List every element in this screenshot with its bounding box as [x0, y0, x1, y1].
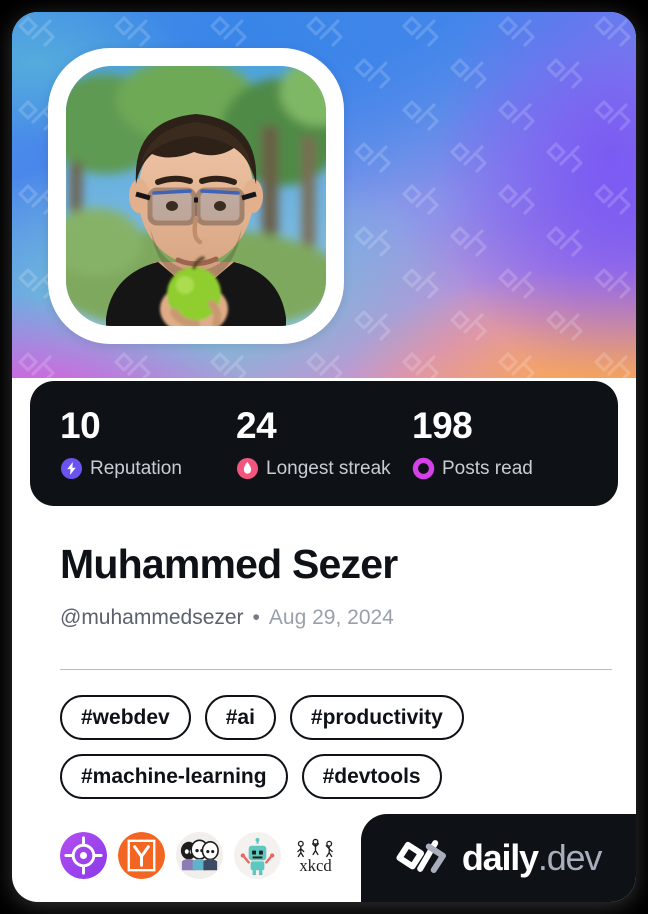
tag-webdev[interactable]: #webdev [60, 695, 191, 740]
source-list: xkcd [60, 832, 339, 879]
streak-flame-icon [236, 457, 259, 480]
stats-bar: 10 Reputation 24 Longest streak 198 Post… [30, 381, 618, 506]
tag-productivity[interactable]: #productivity [289, 695, 464, 740]
devcard: 10 Reputation 24 Longest streak 198 Post… [12, 12, 636, 902]
daily-dev-logo: daily.dev [361, 814, 636, 902]
tag-list: #webdev #ai #productivity #machine-learn… [60, 695, 620, 799]
stat-label: Posts read [442, 457, 533, 479]
stat-label: Longest streak [266, 457, 391, 479]
avatar [48, 48, 344, 344]
stat-longest-streak: 24 Longest streak [236, 407, 412, 480]
tag-ai[interactable]: #ai [204, 695, 276, 740]
profile-name: Muhammed Sezer [60, 541, 398, 587]
stat-posts-read: 198 Posts read [412, 407, 588, 480]
xkcd-source-icon[interactable]: xkcd [292, 832, 339, 879]
robot-source-icon[interactable] [234, 832, 281, 879]
y-combinator-source-icon[interactable] [118, 832, 165, 879]
stat-reputation: 10 Reputation [60, 407, 236, 480]
tag-devtools[interactable]: #devtools [301, 754, 442, 799]
stat-value: 10 [60, 405, 101, 446]
logo-wordmark: daily.dev [461, 837, 603, 878]
divider [60, 669, 612, 670]
svg-text:xkcd: xkcd [299, 856, 332, 875]
joined-date: Aug 29, 2024 [268, 606, 394, 629]
profile-meta: @muhammedsezer • Aug 29, 2024 [60, 606, 394, 630]
logo-tld: .dev [537, 837, 602, 878]
three-figures-source-icon[interactable] [176, 832, 223, 879]
reputation-bolt-icon [60, 457, 83, 480]
stat-value: 198 [412, 405, 473, 446]
avatar-image [66, 66, 326, 326]
stat-label: Reputation [90, 457, 182, 479]
stat-value: 24 [236, 405, 277, 446]
daily-dev-code-slash-icon [396, 838, 450, 878]
profile-handle: @muhammedsezer [60, 606, 244, 629]
meta-separator: • [252, 606, 260, 629]
tag-machine-learning[interactable]: #machine-learning [60, 754, 288, 799]
posts-read-ring-icon [412, 457, 435, 480]
logo-word: daily [461, 837, 539, 878]
target-crosshair-source-icon[interactable] [60, 832, 107, 879]
